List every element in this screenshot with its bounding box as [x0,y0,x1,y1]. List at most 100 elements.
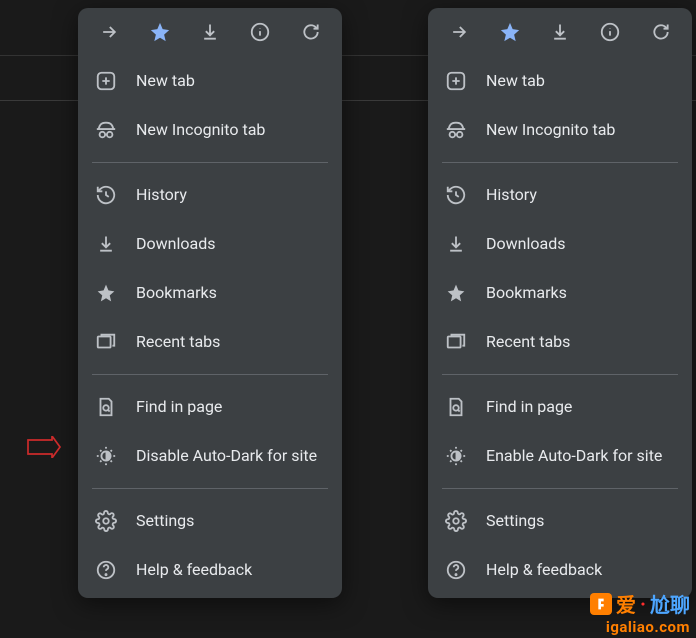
menu-label: Help & feedback [486,560,602,579]
bookmark-star-button[interactable] [488,10,532,54]
menu-label: History [136,185,187,204]
menu-label: Enable Auto-Dark for site [486,446,662,465]
watermark-url: igaliao.com [606,618,690,636]
menu-label: New Incognito tab [136,120,265,139]
menu-label: New tab [486,71,545,90]
incognito-icon [94,118,118,142]
reload-icon [301,22,321,42]
menu-label: Disable Auto-Dark for site [136,446,317,465]
forward-button[interactable] [87,10,131,54]
menu-label: Bookmarks [136,283,217,302]
download-icon [550,22,570,42]
menu-item-recent-tabs[interactable]: Recent tabs [428,317,692,366]
reload-button[interactable] [639,10,683,54]
bookmarks-star-icon [444,281,468,305]
menu-label: Bookmarks [486,283,567,302]
menu-label: Downloads [136,234,215,253]
menu-list: New tab New Incognito tab History [428,56,692,598]
menu-label: Find in page [486,397,572,416]
reload-icon [651,22,671,42]
menu-separator [78,480,342,496]
menu-label: Settings [136,511,194,530]
browser-menu-left: New tab New Incognito tab History [78,8,342,598]
find-in-page-icon [94,395,118,419]
menu-item-bookmarks[interactable]: Bookmarks [428,268,692,317]
menu-label: Find in page [136,397,222,416]
menu-label: History [486,185,537,204]
menu-toolbar [78,8,342,56]
menu-label: Help & feedback [136,560,252,579]
menu-separator [428,480,692,496]
forward-button[interactable] [437,10,481,54]
menu-item-bookmarks[interactable]: Bookmarks [78,268,342,317]
menu-label: Recent tabs [486,332,570,351]
auto-dark-icon [444,444,468,468]
menu-item-find-in-page[interactable]: Find in page [78,382,342,431]
menu-label: New Incognito tab [486,120,615,139]
menu-toolbar [428,8,692,56]
menu-separator [78,154,342,170]
page-info-button[interactable] [588,10,632,54]
menu-item-incognito[interactable]: New Incognito tab [78,105,342,154]
download-icon [200,22,220,42]
star-icon [149,21,171,43]
gear-icon [444,509,468,533]
browser-menu-right: New tab New Incognito tab History [428,8,692,598]
download-button[interactable] [188,10,232,54]
auto-dark-icon [94,444,118,468]
bookmarks-star-icon [94,281,118,305]
plus-box-icon [94,69,118,93]
history-icon [444,183,468,207]
menu-label: Downloads [486,234,565,253]
menu-item-recent-tabs[interactable]: Recent tabs [78,317,342,366]
menu-item-find-in-page[interactable]: Find in page [428,382,692,431]
watermark: 爱 · 尬聊 igaliao.com [588,587,696,638]
menu-item-settings[interactable]: Settings [428,496,692,545]
menu-item-incognito[interactable]: New Incognito tab [428,105,692,154]
menu-item-help[interactable]: Help & feedback [78,545,342,594]
menu-item-downloads[interactable]: Downloads [428,219,692,268]
menu-item-new-tab[interactable]: New tab [78,56,342,105]
watermark-text1: 爱 [616,589,636,618]
menu-item-auto-dark[interactable]: Disable Auto-Dark for site [78,431,342,480]
recent-tabs-icon [444,330,468,354]
gear-icon [94,509,118,533]
find-in-page-icon [444,395,468,419]
downloads-icon [94,232,118,256]
menu-separator [428,366,692,382]
downloads-icon [444,232,468,256]
menu-item-history[interactable]: History [428,170,692,219]
menu-label: New tab [136,71,195,90]
info-icon [249,21,271,43]
callout-arrow-icon [26,436,62,458]
star-icon [499,21,521,43]
page-info-button[interactable] [238,10,282,54]
menu-item-downloads[interactable]: Downloads [78,219,342,268]
menu-label: Recent tabs [136,332,220,351]
info-icon [599,21,621,43]
menu-item-auto-dark[interactable]: Enable Auto-Dark for site [428,431,692,480]
menu-item-settings[interactable]: Settings [78,496,342,545]
bookmark-star-button[interactable] [138,10,182,54]
menu-separator [428,154,692,170]
menu-separator [78,366,342,382]
menu-label: Settings [486,511,544,530]
right-pane: New tab New Incognito tab History [348,0,696,638]
menu-list: New tab New Incognito tab History [78,56,342,598]
help-icon [94,558,118,582]
forward-icon [449,22,469,42]
download-button[interactable] [538,10,582,54]
incognito-icon [444,118,468,142]
plus-box-icon [444,69,468,93]
watermark-logo-icon [590,593,612,615]
left-pane: New tab New Incognito tab History [0,0,348,638]
watermark-dot: · [640,592,646,616]
recent-tabs-icon [94,330,118,354]
history-icon [94,183,118,207]
menu-item-history[interactable]: History [78,170,342,219]
reload-button[interactable] [289,10,333,54]
menu-item-new-tab[interactable]: New tab [428,56,692,105]
forward-icon [99,22,119,42]
watermark-text2: 尬聊 [650,589,690,618]
help-icon [444,558,468,582]
